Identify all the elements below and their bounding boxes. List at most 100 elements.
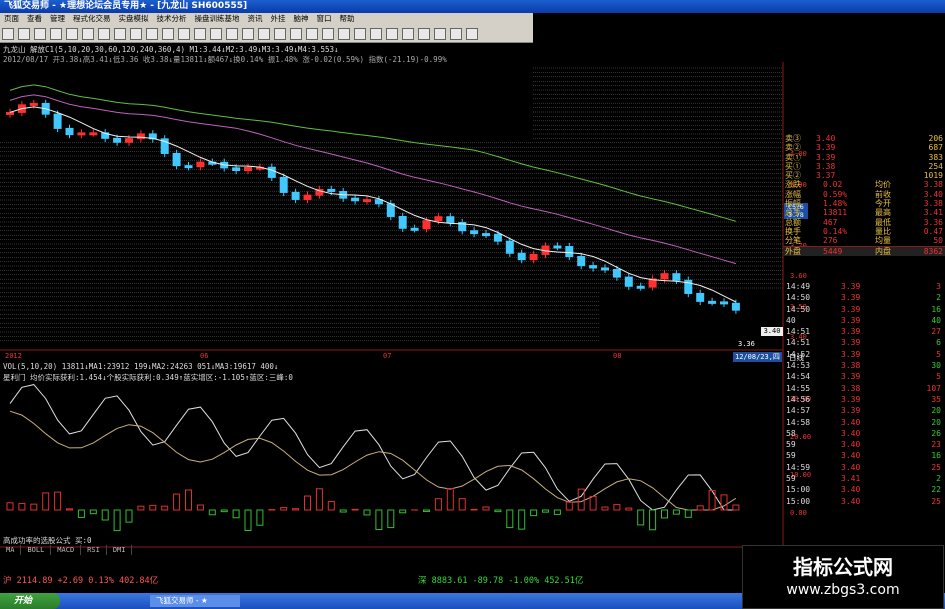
candle bbox=[612, 269, 621, 278]
menu-item-10[interactable]: 窗口 bbox=[313, 13, 336, 25]
candle bbox=[553, 245, 562, 249]
tick-row: 14:57 3.39 20 bbox=[783, 405, 945, 416]
toolbar-button-icon[interactable] bbox=[354, 27, 366, 40]
tick-list: 14:49 3.39 3 14:50 3.39 2 14:50 3.39 16 40 3.39 40 1… bbox=[783, 281, 945, 507]
quote-row: 卖② 3.39 687 bbox=[783, 143, 945, 152]
indicator-bar bbox=[387, 509, 395, 529]
indicator-bar bbox=[327, 501, 335, 511]
indicator-bar bbox=[18, 502, 26, 511]
toolbar-button-icon[interactable] bbox=[242, 27, 254, 40]
toolbar-button-icon[interactable] bbox=[2, 27, 14, 40]
toolbar-button-icon[interactable] bbox=[450, 27, 462, 40]
indicator-bar bbox=[530, 509, 538, 517]
toolbar-button-icon[interactable] bbox=[434, 27, 446, 40]
menu-item-4[interactable]: 实盘模拟 bbox=[115, 13, 153, 25]
tick-price: 3.39 bbox=[841, 406, 861, 416]
quote-row: 卖① 3.39 383 bbox=[783, 153, 945, 162]
quote-cell: 振幅 bbox=[785, 199, 801, 209]
toolbar-button-icon[interactable] bbox=[274, 27, 286, 40]
tick-price: 3.39 bbox=[841, 338, 861, 348]
indicator-bar bbox=[553, 509, 561, 515]
toolbar-button-icon[interactable] bbox=[114, 27, 126, 40]
indicator-bar bbox=[149, 504, 157, 511]
menu-item-8[interactable]: 外挂 bbox=[267, 13, 290, 25]
tab-dmi[interactable]: DMI bbox=[107, 545, 133, 555]
quote-cell: 涨跌 bbox=[785, 180, 801, 190]
quote-cell: 均量 bbox=[875, 236, 891, 246]
tick-volume: 16 bbox=[931, 451, 941, 461]
tick-volume: 5 bbox=[936, 372, 941, 382]
menu-item-9[interactable]: 脑神 bbox=[290, 13, 313, 25]
toolbar-button-icon[interactable] bbox=[306, 27, 318, 40]
candle bbox=[482, 233, 490, 237]
menu-item-5[interactable]: 技术分析 bbox=[153, 13, 191, 25]
indicator-bar bbox=[423, 509, 430, 512]
menu-item-11[interactable]: 帮助 bbox=[336, 13, 359, 25]
indicator-bar bbox=[625, 507, 633, 511]
toolbar-button-icon[interactable] bbox=[370, 27, 382, 40]
menu-item-2[interactable]: 管理 bbox=[46, 13, 69, 25]
toolbar-button-icon[interactable] bbox=[162, 27, 174, 40]
start-button[interactable]: 开始 bbox=[0, 593, 60, 609]
toolbar-button-icon[interactable] bbox=[290, 27, 302, 40]
toolbar-button-icon[interactable] bbox=[258, 27, 270, 40]
taskbar-app-button[interactable]: 飞狐交易师 - ★ bbox=[150, 595, 240, 607]
tick-volume: 26 bbox=[931, 428, 941, 438]
quote-row: 涨跌 0.02 均价 3.38 bbox=[783, 180, 945, 189]
candle bbox=[660, 273, 669, 280]
toolbar-button-icon[interactable] bbox=[50, 27, 62, 40]
candle bbox=[731, 302, 740, 311]
quote-cell: 买① bbox=[785, 161, 801, 171]
toolbar-button-icon[interactable] bbox=[82, 27, 94, 40]
toolbar-button-icon[interactable] bbox=[178, 27, 190, 40]
toolbar-button-icon[interactable] bbox=[338, 27, 350, 40]
menu-item-0[interactable]: 页面 bbox=[0, 13, 23, 25]
quote-cell: 5449 bbox=[823, 246, 843, 256]
watermark-logo: 指标公式网 www.zbgs3.com bbox=[742, 545, 944, 609]
candle bbox=[303, 194, 312, 200]
tick-volume: 3 bbox=[936, 282, 941, 291]
tick-volume: 40 bbox=[931, 315, 941, 325]
toolbar-button-icon[interactable] bbox=[66, 27, 78, 40]
tick-price: 3.40 bbox=[841, 440, 861, 450]
menu-item-6[interactable]: 操盘训练基地 bbox=[191, 13, 244, 25]
indicator-bar bbox=[613, 504, 621, 511]
toolbar-button-icon[interactable] bbox=[386, 27, 398, 40]
indicator-bar bbox=[292, 508, 300, 511]
toolbar-button-icon[interactable] bbox=[98, 27, 110, 40]
tick-time: 15:00 bbox=[786, 496, 811, 506]
candle bbox=[529, 253, 538, 261]
candle bbox=[327, 188, 336, 193]
indicator-bar bbox=[125, 509, 133, 523]
low-price-label: 3.36 bbox=[738, 340, 755, 348]
tick-row: 14:53 3.38 30 bbox=[783, 360, 945, 371]
tab-macd[interactable]: MACD bbox=[51, 545, 82, 555]
toolbar-button-icon[interactable] bbox=[226, 27, 238, 40]
date-axis-tick: 2012 bbox=[5, 352, 22, 360]
tab-rsi[interactable]: RSI bbox=[81, 545, 107, 555]
candle bbox=[410, 227, 419, 231]
tab-boll[interactable]: BOLL bbox=[21, 545, 52, 555]
menu-item-1[interactable]: 查看 bbox=[23, 13, 46, 25]
toolbar-button-icon[interactable] bbox=[322, 27, 334, 40]
tab-ma[interactable]: MA bbox=[0, 545, 22, 555]
indicator-tabs: MA BOLL MACD RSI DMI bbox=[0, 545, 240, 555]
toolbar-button-icon[interactable] bbox=[210, 27, 222, 40]
toolbar-button-icon[interactable] bbox=[402, 27, 414, 40]
tick-volume: 23 bbox=[931, 440, 941, 450]
toolbar-button-icon[interactable] bbox=[34, 27, 46, 40]
toolbar-button-icon[interactable] bbox=[130, 27, 142, 40]
tick-time: 40 bbox=[786, 315, 796, 325]
menu-item-3[interactable]: 程式化交易 bbox=[69, 13, 115, 25]
tick-price: 3.40 bbox=[841, 428, 861, 438]
toolbar-button-icon[interactable] bbox=[194, 27, 206, 40]
candle bbox=[77, 132, 86, 136]
menu-item-7[interactable]: 资讯 bbox=[244, 13, 267, 25]
toolbar-button-icon[interactable] bbox=[146, 27, 158, 40]
indicator-bar bbox=[696, 505, 704, 511]
quote-cell: 0.14% bbox=[823, 226, 848, 236]
toolbar-button-icon[interactable] bbox=[418, 27, 430, 40]
toolbar-button-icon[interactable] bbox=[466, 27, 478, 40]
toolbar-button-icon[interactable] bbox=[18, 27, 30, 40]
indicator-header: 星利门 均价实际获利:1.454↓个股实际获利:0.349↑蓝实增区:-1.10… bbox=[3, 373, 293, 382]
